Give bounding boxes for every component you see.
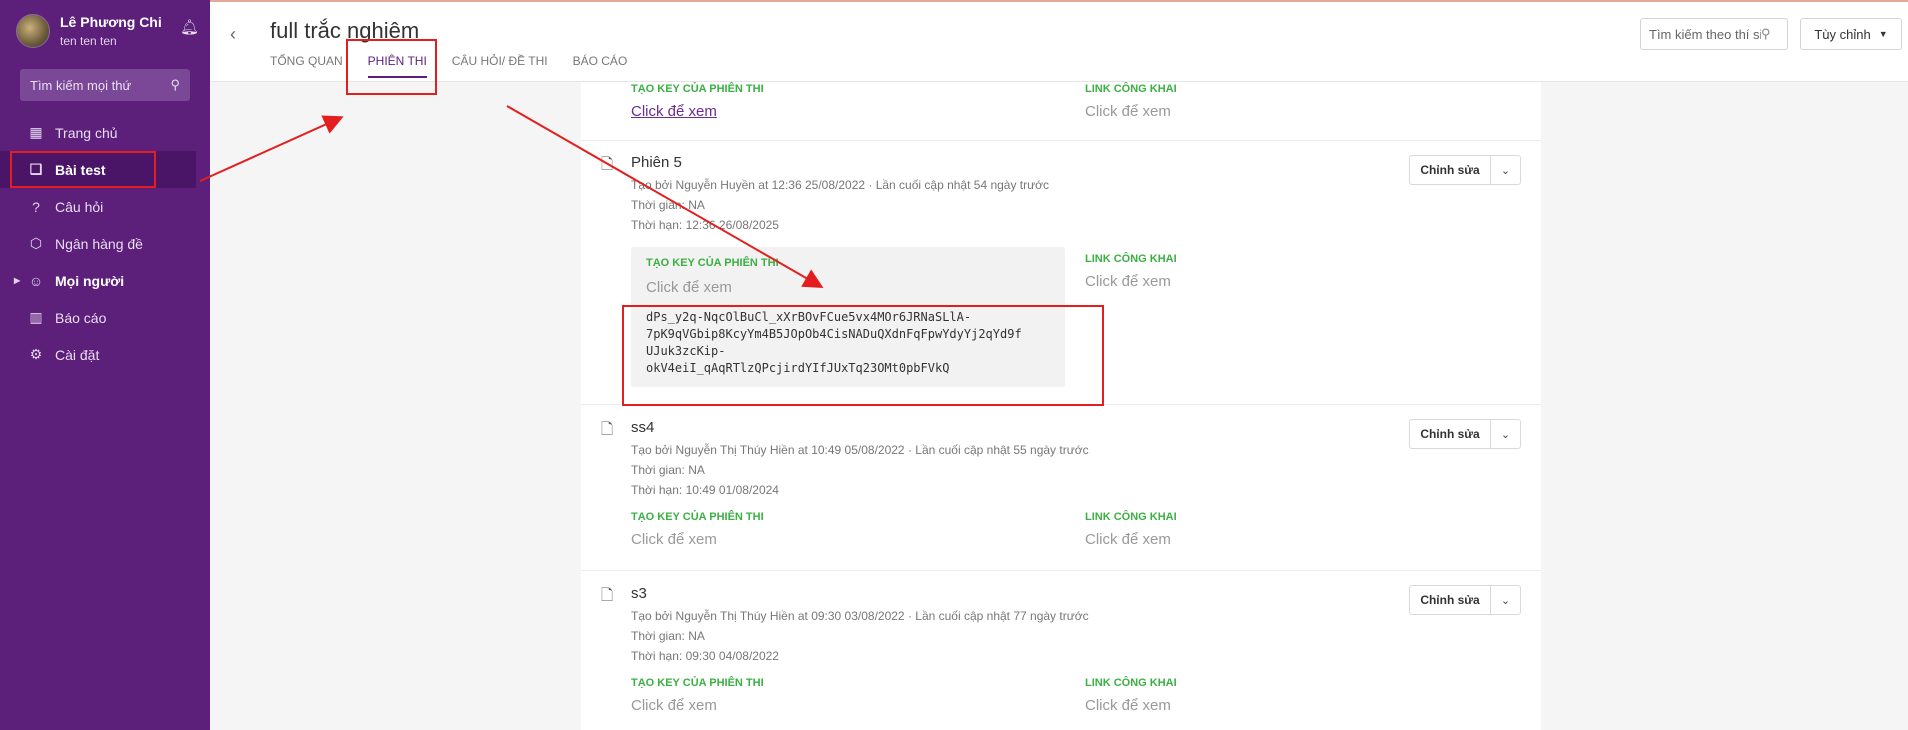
public-link-label: LINK CÔNG KHAI [1085,83,1177,95]
session-list: TẠO KEY CỦA PHIÊN THI Click để xem LINK … [581,82,1541,730]
view-public-link[interactable]: Click để xem [1085,273,1171,290]
public-link-label: LINK CÔNG KHAI [1085,253,1177,265]
sidebar-item-label: Mọi người [55,272,125,289]
sidebar-item-reports[interactable]: ▥ Báo cáo [0,299,210,336]
session-name[interactable]: ss4 [631,419,654,436]
cube-icon: ⬡ [29,235,43,251]
edit-button-group: Chỉnh sửa ⌄ [1409,419,1521,449]
view-key-link[interactable]: Click để xem [631,697,717,714]
session-created: Tạo bởi Nguyễn Huyền at 12:36 25/08/2022… [631,178,1050,192]
public-link-label: LINK CÔNG KHAI [1085,677,1177,689]
annotation-box-tab [346,39,437,95]
session-item: TẠO KEY CỦA PHIÊN THI Click để xem LINK … [581,82,1541,141]
session-created: Tạo bởi Nguyễn Thị Thúy Hiền at 10:49 05… [631,443,1089,457]
user-profile[interactable]: Lê Phương Chi ten ten ten [16,14,162,48]
sidebar-search-input[interactable] [30,77,160,93]
candidate-search-input[interactable] [1649,26,1761,42]
sidebar-item-label: Câu hỏi [55,198,104,215]
sidebar-item-settings[interactable]: ⚙ Cài đặt [0,336,210,373]
session-created: Tạo bởi Nguyễn Thị Thúy Hiền at 09:30 03… [631,609,1089,623]
view-public-link[interactable]: Click để xem [1085,103,1171,120]
grid-icon: ▦ [29,124,43,140]
session-item: 🗋︎ s3 Tạo bởi Nguyễn Thị Thúy Hiền at 09… [581,571,1541,730]
session-deadline: Thời hạn: 12:36 26/08/2025 [631,218,779,232]
key-label: TẠO KEY CỦA PHIÊN THI [631,677,764,689]
annotation-box-sidebar [10,151,156,188]
back-chevron-icon[interactable]: ‹ [230,24,236,45]
page-header: ‹ full trắc nghiệm TỔNG QUAN PHIÊN THI C… [210,0,1908,82]
question-icon: ? [32,198,40,215]
session-item: 🗋︎ ss4 Tạo bởi Nguyễn Thị Thúy Hiền at 1… [581,405,1541,571]
key-label: TẠO KEY CỦA PHIÊN THI [631,83,764,95]
sidebar-item-label: Báo cáo [55,309,107,326]
view-public-link[interactable]: Click để xem [1085,531,1171,548]
user-subtitle: ten ten ten [60,34,117,48]
gear-icon: ⚙ [29,346,43,362]
session-time: Thời gian: NA [631,629,705,643]
sidebar-item-people[interactable]: ▶ ☺ Mọi người [0,262,210,299]
edit-button[interactable]: Chỉnh sửa [1409,155,1491,185]
sidebar-item-questions[interactable]: ? Câu hỏi [0,188,210,225]
annotation-arrow-1 [199,115,344,182]
candidate-search: ⚲ [1640,18,1788,50]
sidebar-search: ⚲ [20,69,190,101]
session-name[interactable]: Phiên 5 [631,154,682,171]
tab-questions[interactable]: CÂU HỎI/ ĐỀ THI [452,54,548,78]
customize-label: Tùy chỉnh [1814,26,1871,42]
chevron-down-icon[interactable]: ⌄ [1491,585,1521,615]
sidebar-item-label: Trang chủ [55,124,118,141]
sidebar: Lê Phương Chi ten ten ten 🔔︎ ⚲ ▦ Trang c… [0,0,210,730]
key-label: TẠO KEY CỦA PHIÊN THI [631,511,764,523]
view-key-link[interactable]: Click để xem [631,103,717,120]
document-icon: 🗋︎ [601,421,614,438]
session-deadline: Thời hạn: 09:30 04/08/2022 [631,649,779,663]
chevron-down-icon[interactable]: ⌄ [1491,155,1521,185]
session-time: Thời gian: NA [631,198,705,212]
annotation-box-key [622,305,1104,406]
sidebar-item-label: Cài đặt [55,346,100,363]
tab-reports[interactable]: BÁO CÁO [573,54,628,78]
caret-down-icon: ▼ [1878,29,1888,39]
user-circle-icon: ☺ [28,272,44,289]
avatar[interactable] [16,14,50,48]
tab-overview[interactable]: TỔNG QUAN [270,54,343,78]
session-time: Thời gian: NA [631,463,705,477]
edit-button[interactable]: Chỉnh sửa [1409,419,1491,449]
view-public-link[interactable]: Click để xem [1085,697,1171,714]
user-name: Lê Phương Chi [60,14,162,30]
session-name[interactable]: s3 [631,585,647,602]
bar-chart-icon: ▥ [29,309,43,325]
tab-bar: TỔNG QUAN PHIÊN THI CÂU HỎI/ ĐỀ THI BÁO … [270,54,652,78]
chevron-down-icon[interactable]: ⌄ [1491,419,1521,449]
sidebar-item-question-bank[interactable]: ⬡ Ngân hàng đề [0,225,210,262]
sidebar-item-label: Ngân hàng đề [55,235,143,252]
search-icon[interactable]: ⚲ [170,77,180,93]
caret-right-icon[interactable]: ▶ [14,276,20,285]
customize-button[interactable]: Tùy chỉnh ▼ [1800,18,1902,50]
sidebar-item-home[interactable]: ▦ Trang chủ [0,114,210,151]
bell-icon[interactable]: 🔔︎ [180,18,199,36]
session-deadline: Thời hạn: 10:49 01/08/2024 [631,483,779,497]
search-icon[interactable]: ⚲ [1761,26,1771,42]
edit-button[interactable]: Chỉnh sửa [1409,585,1491,615]
view-key-link[interactable]: Click để xem [631,531,717,548]
document-icon: 🗋︎ [601,587,614,604]
document-icon: 🗋︎ [601,156,614,173]
view-key-link[interactable]: Click để xem [646,279,732,296]
edit-button-group: Chỉnh sửa ⌄ [1409,155,1521,185]
edit-button-group: Chỉnh sửa ⌄ [1409,585,1521,615]
public-link-label: LINK CÔNG KHAI [1085,511,1177,523]
key-label: TẠO KEY CỦA PHIÊN THI [646,257,779,269]
